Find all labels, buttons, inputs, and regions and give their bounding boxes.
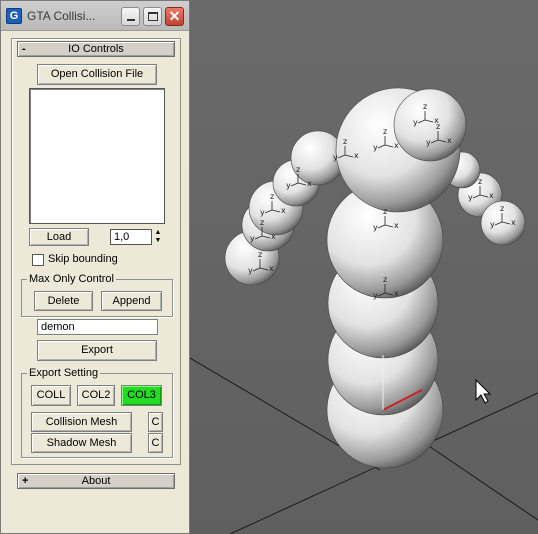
svg-text:y: y [333,153,338,162]
minimize-icon [127,19,135,21]
maximize-button[interactable] [143,7,162,26]
coll-format-button[interactable]: COLL [31,385,71,406]
viewport-3d[interactable]: zyxzyxzyxzyxzyxzyxzyxzyxzyxzyxzyxzyx [190,0,538,534]
shadow-mesh-clear-button[interactable]: C [148,433,163,453]
window-title: GTA Collisi... [27,9,96,23]
svg-text:z: z [270,192,274,201]
spinner-arrows[interactable]: ▲ ▼ [153,229,163,245]
svg-text:z: z [478,177,482,186]
about-title: About [81,475,111,487]
svg-text:z: z [296,165,300,174]
max-only-control-label: Max Only Control [27,273,116,285]
close-icon: ✕ [168,8,181,24]
skip-bounding-checkbox[interactable] [32,254,44,266]
col2-format-button[interactable]: COL2 [77,385,115,406]
spinner-down-icon[interactable]: ▼ [153,237,163,245]
svg-text:x: x [281,206,286,215]
svg-text:x: x [269,264,274,273]
svg-text:x: x [271,232,276,241]
svg-text:y: y [248,266,253,275]
svg-text:z: z [500,204,504,213]
svg-text:x: x [489,191,494,200]
io-controls-title: IO Controls [68,43,124,55]
maximize-icon [148,12,158,21]
svg-text:y: y [373,291,378,300]
collision-list[interactable] [29,88,165,224]
svg-text:y: y [468,193,473,202]
svg-text:y: y [426,138,431,147]
svg-text:x: x [354,151,359,160]
app-icon: G [6,8,22,24]
close-button[interactable]: ✕ [165,7,184,26]
collision-model-scene: zy xzy xzy xzy xzy xzy xzy xzy xzy xzy xzy xzy x [190,87,538,534]
collision-sphere[interactable] [393,88,467,162]
collision-mesh-button[interactable]: Collision Mesh [31,412,132,432]
svg-text:x: x [394,221,399,230]
svg-text:x: x [511,218,516,227]
svg-text:z: z [343,137,347,146]
about-rollout-header[interactable]: + About [17,473,175,489]
svg-text:z: z [383,207,387,216]
svg-text:y: y [250,234,255,243]
collision-mesh-clear-button[interactable]: C [148,412,163,432]
delete-button[interactable]: Delete [34,291,93,311]
svg-text:y: y [413,118,418,127]
svg-text:x: x [307,179,312,188]
svg-text:z: z [383,275,387,284]
svg-text:y: y [490,220,495,229]
svg-text:z: z [383,127,387,136]
minimize-button[interactable] [121,7,140,26]
svg-text:z: z [423,102,427,111]
svg-text:z: z [260,218,264,227]
open-collision-file-button[interactable]: Open Collision File [37,64,157,85]
export-button[interactable]: Export [37,340,157,361]
skip-bounding-label: Skip bounding [48,253,118,265]
export-setting-label: Export Setting [27,367,101,379]
svg-text:x: x [394,289,399,298]
version-spinner-input[interactable]: 1,0 [110,229,152,245]
svg-text:z: z [436,122,440,131]
collapse-icon: - [22,43,26,55]
svg-text:x: x [447,136,452,145]
col3-format-button[interactable]: COL3 [121,385,162,406]
load-button[interactable]: Load [29,228,89,246]
svg-text:z: z [258,250,262,259]
expand-icon: + [22,475,29,487]
svg-text:y: y [373,223,378,232]
svg-text:x: x [394,141,399,150]
title-bar[interactable]: G GTA Collisi... ✕ [1,1,189,31]
svg-text:y: y [286,181,291,190]
mouse-pointer-icon [475,378,492,404]
svg-text:y: y [373,143,378,152]
spinner-up-icon[interactable]: ▲ [153,229,163,237]
collision-utility-window: G GTA Collisi... ✕ - IO Controls Open Co… [0,0,190,534]
io-controls-rollout-header[interactable]: - IO Controls [17,41,175,57]
svg-text:y: y [260,208,265,217]
model-name-input[interactable]: demon [37,319,158,335]
shadow-mesh-button[interactable]: Shadow Mesh [31,433,132,453]
append-button[interactable]: Append [101,291,162,311]
